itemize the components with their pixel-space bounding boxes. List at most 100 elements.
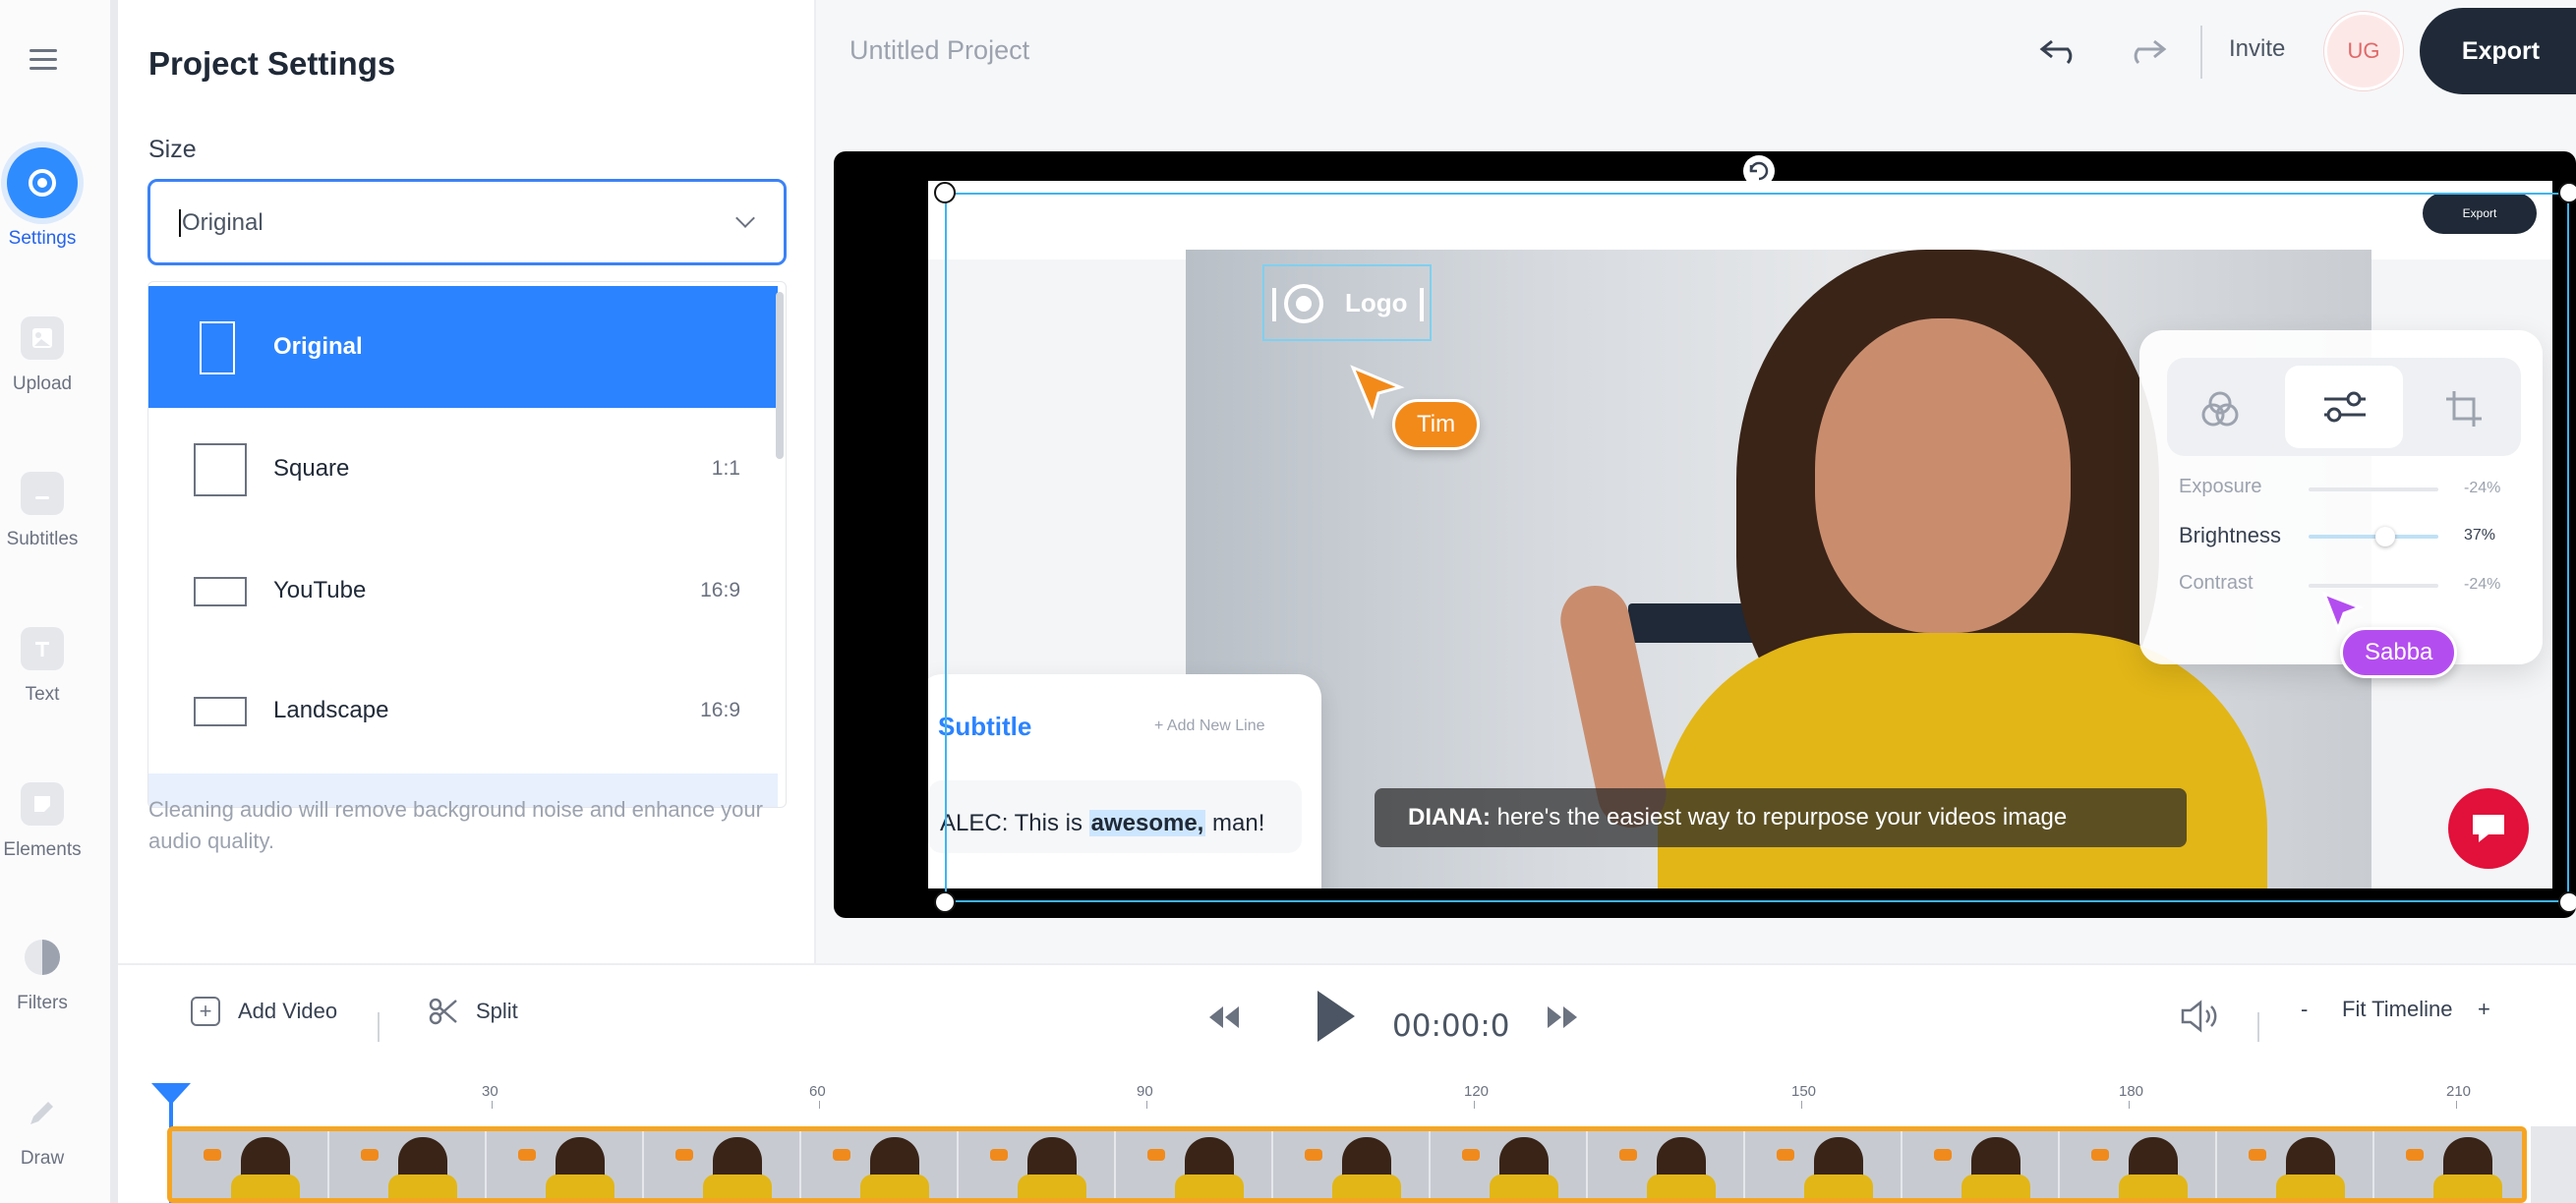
size-option-landscape[interactable]: Landscape 16:9 [148,650,778,772]
redo-icon[interactable] [2122,29,2171,73]
upload-icon [21,316,64,360]
timeline-thumbnail [2374,1131,2527,1198]
sidebar-item-upload[interactable]: Upload [0,316,85,395]
text-icon [21,627,64,670]
rail-divider [110,0,118,1203]
track-end-cap [2531,1126,2576,1203]
ruler-tick-mark [2456,1101,2457,1109]
timeline-thumbnail [172,1131,329,1198]
dropdown-scrollbar[interactable] [776,292,784,459]
sidebar-item-label: Draw [0,1148,85,1170]
ruler-tick-label: 150 [1791,1083,1816,1100]
add-video-button[interactable]: + Add Video [191,997,337,1026]
ruler-tick-label: 180 [2119,1083,2143,1100]
ruler-tick-mark [2129,1101,2130,1109]
rewind-icon[interactable] [1207,1004,1241,1035]
fit-timeline-label[interactable]: Fit Timeline [2342,997,2452,1022]
ruler-tick-label: 30 [482,1083,498,1100]
size-select-value: Original [182,209,263,237]
add-video-label: Add Video [238,999,337,1024]
undo-icon[interactable] [2035,29,2084,73]
play-icon[interactable] [1312,989,1359,1049]
square-shape-icon [194,443,247,496]
landscape-shape-icon [194,697,247,726]
left-nav-rail: Settings Upload Subtitles Text Elements [0,0,110,1203]
timeline-thumbnail [1431,1131,1588,1198]
resize-handle-top-right[interactable] [2558,182,2576,203]
transport-bar: + Add Video Split 00:00:0 - Fit Timeline… [118,963,2576,1061]
ruler-tick-label: 120 [1464,1083,1489,1100]
resize-handle-bottom-right[interactable] [2558,891,2576,913]
sidebar-item-elements[interactable]: Elements [0,782,85,861]
portrait-shape-icon [200,321,235,374]
size-option-ratio: 16:9 [700,699,740,722]
timeline-thumbnail [487,1131,644,1198]
sidebar-item-draw[interactable]: Draw [0,1091,85,1170]
timeline-thumbnail [2060,1131,2217,1198]
video-track[interactable] [167,1126,2527,1203]
invite-button[interactable]: Invite [2229,35,2285,63]
size-option-label: Original [273,333,363,361]
sidebar-item-label: Text [0,684,85,706]
sidebar-item-label: Upload [0,373,85,395]
timeline-thumbnail [801,1131,959,1198]
export-button[interactable]: Export [2420,8,2576,94]
menu-icon[interactable] [29,49,57,73]
timeline-thumbnail [1116,1131,1273,1198]
split-label: Split [476,999,518,1024]
zoom-in-button[interactable]: + [2478,997,2490,1022]
sidebar-item-settings[interactable]: Settings [0,147,85,250]
scissors-icon [429,997,458,1026]
timeline-thumbnail [644,1131,801,1198]
video-editor-app: Settings Upload Subtitles Text Elements [0,0,2576,1203]
sidebar-item-label: Filters [0,993,85,1014]
transport-divider [378,1012,380,1042]
subtitles-icon [21,472,64,515]
settings-icon [7,147,78,218]
top-bar: Untitled Project Invite UG Export [816,0,2576,102]
filters-icon [21,936,64,979]
size-option-label: Square [273,455,349,483]
size-option-youtube[interactable]: YouTube 16:9 [148,530,778,652]
size-option-label: YouTube [273,577,366,604]
size-option-ratio: 16:9 [700,579,740,602]
sidebar-item-label: Settings [0,228,85,250]
ruler-tick-mark [1801,1101,1802,1109]
size-option-original[interactable]: Original [148,286,778,408]
timeline-thumbnail [1745,1131,1903,1198]
pencil-icon [21,1091,64,1134]
video-stage[interactable]: Export Logo Tim [834,151,2576,918]
ruler-tick-mark [1474,1101,1475,1109]
ruler-tick-label: 210 [2446,1083,2471,1100]
resize-handle-bottom-left[interactable] [934,891,956,913]
selection-border [945,193,2569,902]
elements-icon [21,782,64,826]
size-label: Size [148,136,197,164]
rotate-handle-icon[interactable] [1743,155,1775,187]
sidebar-item-subtitles[interactable]: Subtitles [0,472,85,550]
text-caret [179,209,181,237]
timeline-thumbnail [1273,1131,1431,1198]
volume-icon[interactable] [2179,999,2222,1039]
ruler-tick-label: 90 [1137,1083,1153,1100]
fast-forward-icon[interactable] [1546,1004,1579,1035]
zoom-out-button[interactable]: - [2301,997,2308,1022]
timeline[interactable]: 30 60 90 120 150 180 210 [118,1061,2576,1203]
sidebar-item-text[interactable]: Text [0,627,85,706]
project-name[interactable]: Untitled Project [849,35,1029,66]
timeline-thumbnail [1588,1131,1745,1198]
landscape-shape-icon [194,577,247,606]
ruler-tick-mark [1146,1101,1147,1109]
chevron-down-icon [735,208,755,228]
user-avatar[interactable]: UG [2324,12,2403,90]
timeline-thumbnail [2217,1131,2374,1198]
resize-handle-top-left[interactable] [934,182,956,203]
size-option-square[interactable]: Square 1:1 [148,408,778,530]
canvas-area: Export Logo Tim [816,102,2576,963]
size-select[interactable]: Original [147,179,787,265]
timecode: 00:00:0 [1392,1008,1510,1044]
split-button[interactable]: Split [429,997,518,1026]
sidebar-item-filters[interactable]: Filters [0,936,85,1014]
ruler-tick-label: 60 [809,1083,826,1100]
timeline-thumbnail [1903,1131,2060,1198]
